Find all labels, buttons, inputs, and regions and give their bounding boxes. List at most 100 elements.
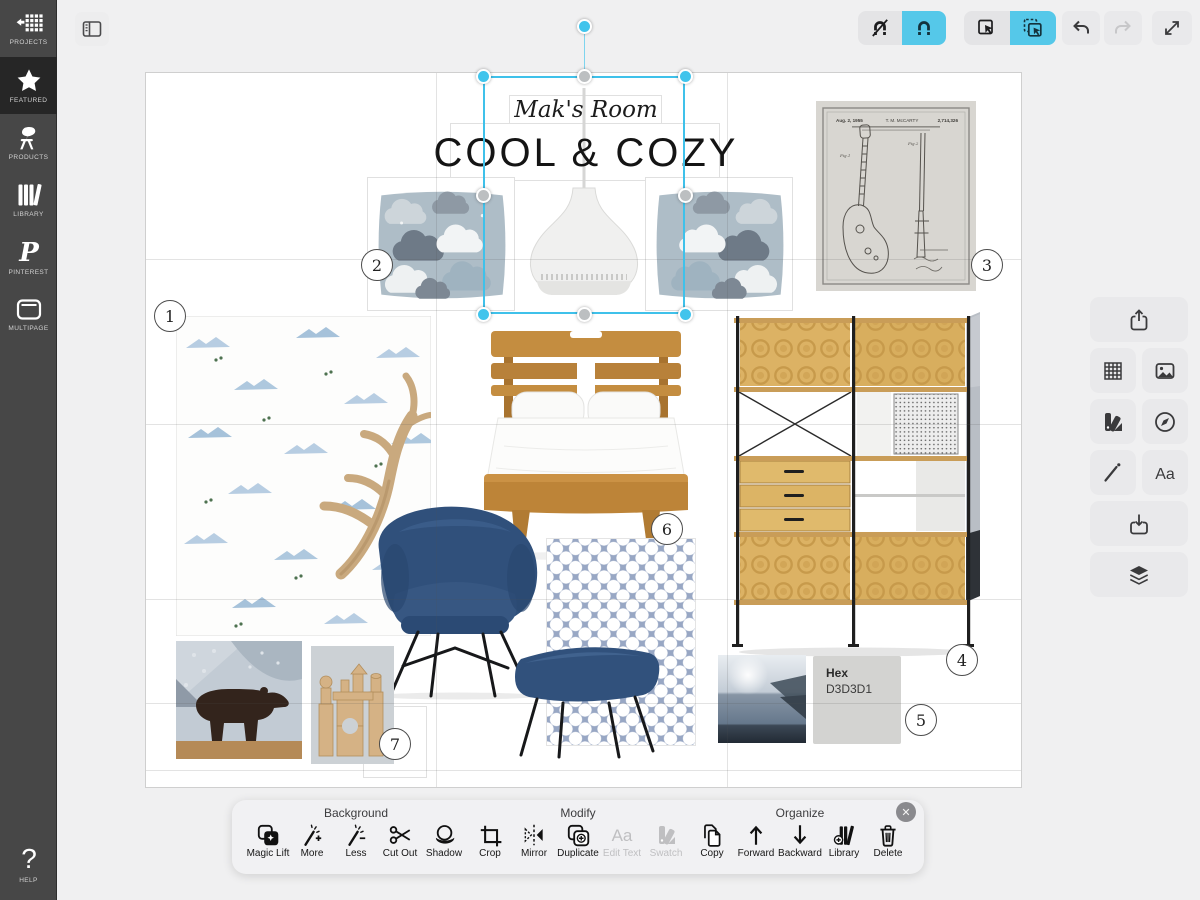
marker-7[interactable]: 7 xyxy=(379,728,411,760)
toolbar-section-organize: Organize Copy xyxy=(690,806,910,874)
marker-3[interactable]: 3 xyxy=(971,249,1003,281)
selection-handle-middle-right[interactable] xyxy=(678,188,693,203)
sidebar-label: FEATURED xyxy=(10,97,48,104)
blue-ottoman-image[interactable] xyxy=(503,633,668,763)
grid-guide-vertical xyxy=(727,73,728,787)
patent-number: 2,714,326 xyxy=(938,118,959,123)
sidebar-item-help[interactable]: ? HELP xyxy=(0,835,57,892)
cut-out-tool[interactable]: Cut Out xyxy=(378,822,422,859)
layers-button[interactable] xyxy=(1090,552,1188,597)
share-icon xyxy=(1126,307,1152,333)
marker-6[interactable]: 6 xyxy=(651,513,683,545)
delete-tool[interactable]: Delete xyxy=(866,822,910,859)
library-tool[interactable]: Library xyxy=(822,822,866,859)
magnet-on-button[interactable] xyxy=(902,11,946,45)
sidebar-item-featured[interactable]: FEATURED xyxy=(0,57,57,114)
backward-tool[interactable]: Backward xyxy=(778,822,822,859)
selection-box[interactable] xyxy=(483,76,685,314)
hex-color-swatch[interactable]: Hex D3D3D1 xyxy=(813,656,901,744)
snap-toggle-group xyxy=(858,11,946,45)
selection-handle-bottom-left[interactable] xyxy=(476,307,491,322)
single-select-button[interactable] xyxy=(964,11,1010,45)
patent-date: Aug. 2, 1955 xyxy=(836,118,863,123)
edit-text-icon: Aa xyxy=(607,822,637,848)
chair-icon xyxy=(15,124,43,152)
undo-icon xyxy=(1069,16,1093,40)
app-window: PROJECTS FEATURED PRODUCTS LIB xyxy=(0,0,1200,900)
trash-icon xyxy=(875,822,901,848)
section-title: Organize xyxy=(776,806,825,820)
selection-handle-top-left[interactable] xyxy=(476,69,491,84)
storage-unit-image[interactable] xyxy=(726,308,984,658)
fullscreen-button[interactable] xyxy=(1152,11,1192,45)
selection-handle-top-center[interactable] xyxy=(577,69,592,84)
grid-guide-horizontal xyxy=(146,424,1021,425)
rotate-handle[interactable] xyxy=(577,19,592,34)
multi-select-button[interactable] xyxy=(1010,11,1056,45)
right-tool-palette: Aa xyxy=(1090,297,1188,597)
selection-handle-bottom-right[interactable] xyxy=(678,307,693,322)
magnet-off-button[interactable] xyxy=(858,11,902,45)
marker-2[interactable]: 2 xyxy=(361,249,393,281)
marker-4[interactable]: 4 xyxy=(946,644,978,676)
sidebar-item-products[interactable]: PRODUCTS xyxy=(0,114,57,171)
expand-icon xyxy=(1160,16,1184,40)
forward-tool[interactable]: Forward xyxy=(734,822,778,859)
projects-grid-icon xyxy=(14,11,44,37)
sidebar-item-multipage[interactable]: MULTIPAGE xyxy=(0,285,57,342)
pinterest-icon: P xyxy=(14,237,44,267)
pen-icon xyxy=(1100,460,1126,486)
less-tool[interactable]: Less xyxy=(334,822,378,859)
marker-5[interactable]: 5 xyxy=(905,704,937,736)
magnet-icon xyxy=(912,16,936,40)
multipage-icon xyxy=(14,295,44,323)
cursor-select-icon xyxy=(975,16,999,40)
mirror-tool[interactable]: Mirror xyxy=(512,822,556,859)
marker-1[interactable]: 1 xyxy=(154,300,186,332)
close-toolbar-button[interactable]: ✕ xyxy=(896,802,916,822)
swatch-label: Hex xyxy=(826,666,901,680)
add-to-library-icon xyxy=(831,822,857,848)
more-tool[interactable]: More xyxy=(290,822,334,859)
magic-lift-tool[interactable]: Magic Lift xyxy=(246,822,290,859)
grid-guide-horizontal xyxy=(146,770,1021,771)
bear-figurine-image[interactable] xyxy=(176,641,302,759)
grid-guide-horizontal xyxy=(146,599,1021,600)
browser-button[interactable] xyxy=(1142,399,1188,444)
add-text-button[interactable]: Aa xyxy=(1142,450,1188,495)
selection-handle-middle-left[interactable] xyxy=(476,188,491,203)
share-button[interactable] xyxy=(1090,297,1188,342)
image-icon xyxy=(1152,358,1178,384)
sidebar-item-pinterest[interactable]: P PINTEREST xyxy=(0,228,57,285)
toolbar-section-modify: Modify Crop Mirror xyxy=(468,806,688,874)
board-canvas[interactable]: Mak's Room COOL & COZY xyxy=(145,72,1022,788)
copy-tool[interactable]: Copy xyxy=(690,822,734,859)
svg-text:P: P xyxy=(18,238,40,267)
sidebar-toggle-button[interactable] xyxy=(75,12,109,46)
grid-layout-button[interactable] xyxy=(1090,348,1136,393)
sidebar-item-projects[interactable]: PROJECTS xyxy=(0,0,57,57)
seascape-photo[interactable] xyxy=(718,655,806,743)
guitar-patent-image[interactable]: Aug. 2, 1955 T. M. McCARTY 2,714,326 xyxy=(816,101,976,291)
draw-button[interactable] xyxy=(1090,450,1136,495)
selection-handle-bottom-center[interactable] xyxy=(577,307,592,322)
scissors-icon xyxy=(387,822,413,848)
duplicate-tool[interactable]: Duplicate xyxy=(556,822,600,859)
shadow-tool[interactable]: Shadow xyxy=(422,822,466,859)
sidebar-label: PRODUCTS xyxy=(9,154,49,161)
undo-button[interactable] xyxy=(1062,11,1100,45)
edit-text-tool[interactable]: Aa Edit Text xyxy=(600,822,644,859)
sidebar-item-library[interactable]: LIBRARY xyxy=(0,171,57,228)
grid-icon xyxy=(1100,358,1126,384)
redo-button[interactable] xyxy=(1104,11,1142,45)
patent-inventor: T. M. McCARTY xyxy=(886,118,919,123)
add-image-button[interactable] xyxy=(1142,348,1188,393)
mirror-icon xyxy=(521,822,547,848)
copy-icon xyxy=(699,822,725,848)
swatches-button[interactable] xyxy=(1090,399,1136,444)
wand-minus-icon xyxy=(343,822,369,848)
selection-handle-top-right[interactable] xyxy=(678,69,693,84)
swatch-tool[interactable]: Swatch xyxy=(644,822,688,859)
import-button[interactable] xyxy=(1090,501,1188,546)
crop-tool[interactable]: Crop xyxy=(468,822,512,859)
